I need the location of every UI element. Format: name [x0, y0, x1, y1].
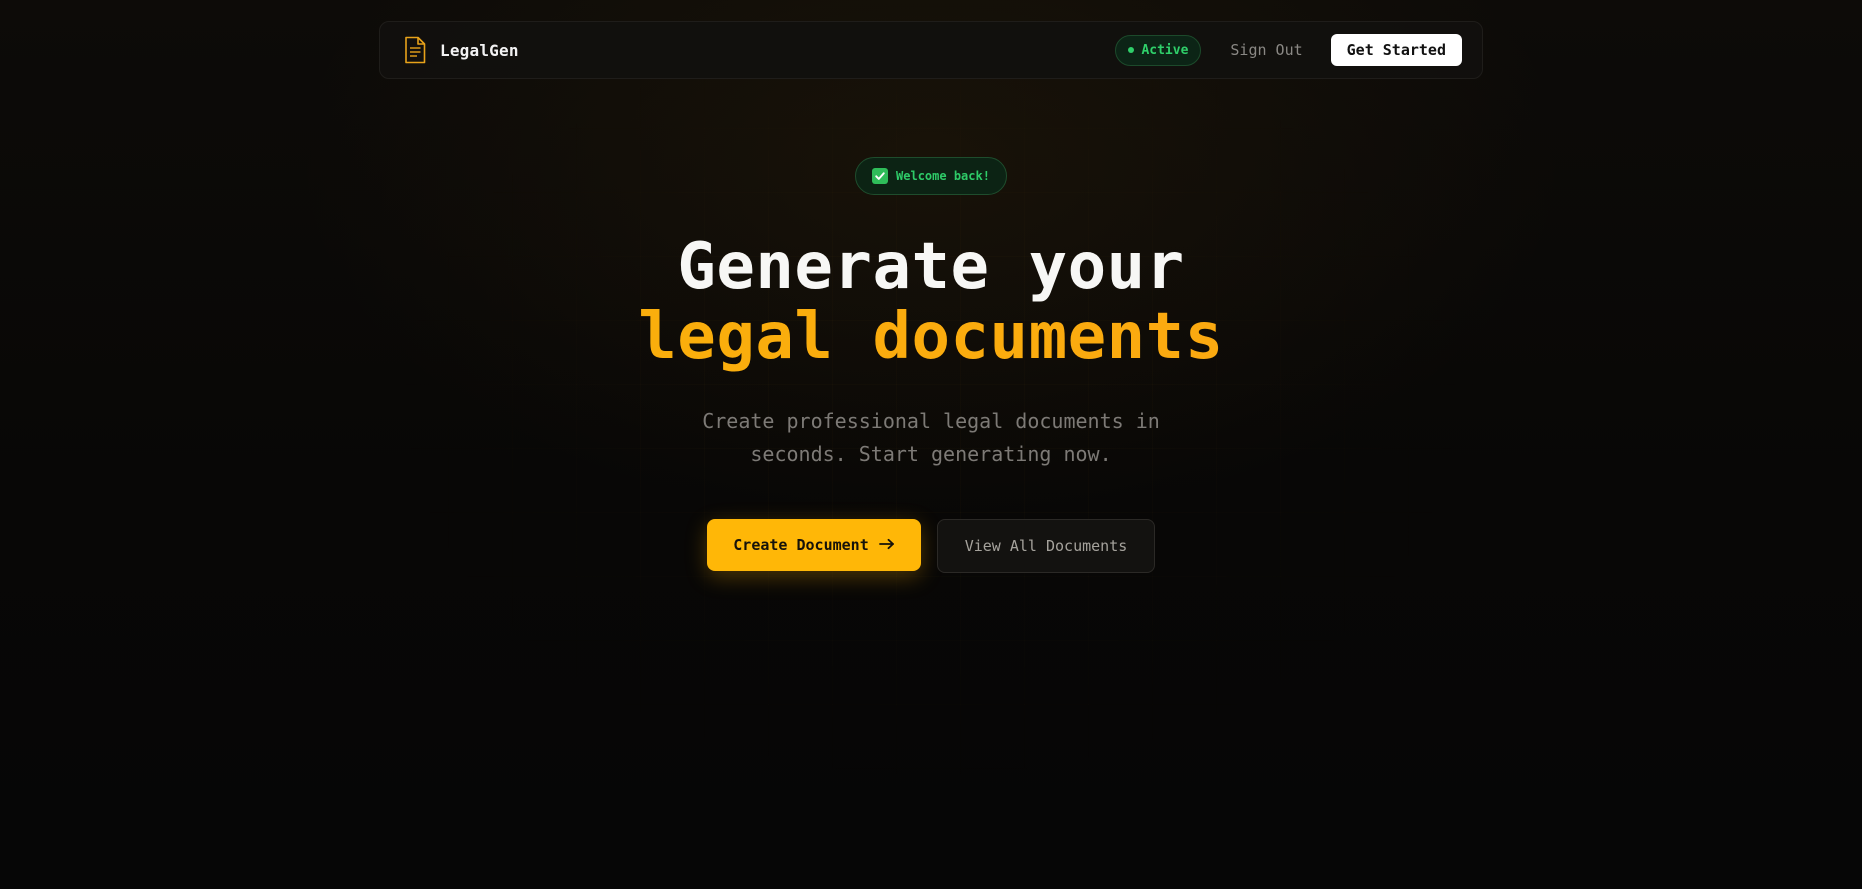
- create-document-label: Create Document: [733, 536, 869, 554]
- subtext-line-1: Create professional legal documents in: [702, 409, 1160, 433]
- hero-headline: Generate your legal documents: [0, 232, 1862, 372]
- get-started-button[interactable]: Get Started: [1330, 34, 1462, 66]
- cta-row: Create Document View All Documents: [707, 519, 1155, 573]
- status-badge: Active: [1115, 34, 1202, 66]
- headline-line-2: legal documents: [0, 302, 1862, 372]
- create-document-button[interactable]: Create Document: [707, 519, 921, 571]
- headline-line-1: Generate your: [677, 230, 1185, 304]
- status-label: Active: [1141, 42, 1189, 58]
- arrow-right-icon: [878, 536, 895, 554]
- nav-actions: Active Sign Out Get Started: [1115, 34, 1462, 66]
- hero-subtext: Create professional legal documents in s…: [0, 405, 1862, 471]
- document-icon: [404, 36, 426, 64]
- brand-name: LegalGen: [440, 40, 519, 60]
- sign-out-button[interactable]: Sign Out: [1230, 41, 1302, 59]
- welcome-label: Welcome back!: [896, 169, 990, 183]
- view-all-documents-button[interactable]: View All Documents: [937, 519, 1155, 573]
- top-navbar: LegalGen Active Sign Out Get Started: [379, 21, 1483, 79]
- welcome-badge: Welcome back!: [855, 157, 1007, 195]
- subtext-line-2: seconds. Start generating now.: [750, 442, 1112, 466]
- check-mark-icon: [872, 168, 889, 184]
- brand[interactable]: LegalGen: [404, 36, 519, 64]
- status-dot-icon: [1128, 47, 1135, 53]
